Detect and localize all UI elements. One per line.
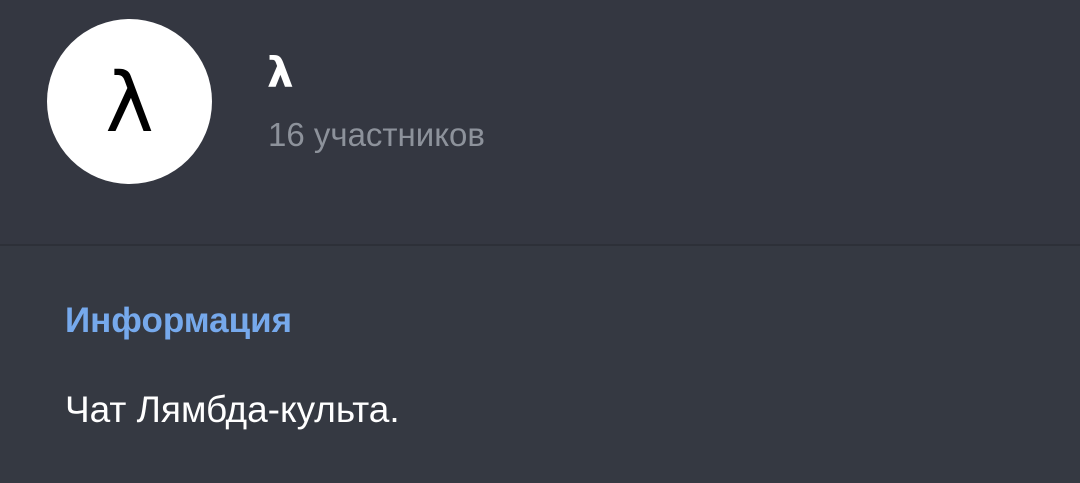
chat-avatar[interactable]: λ (47, 19, 212, 184)
info-section (0, 246, 1080, 483)
chat-description[interactable]: Чат Лямбда-культа. (65, 391, 400, 428)
chat-title: λ (267, 48, 294, 97)
info-section-title: Информация (65, 301, 293, 340)
avatar-letter: λ (105, 55, 154, 151)
chat-profile-header: λ λ 16 участников (0, 0, 1080, 244)
members-count[interactable]: 16 участников (268, 118, 485, 151)
